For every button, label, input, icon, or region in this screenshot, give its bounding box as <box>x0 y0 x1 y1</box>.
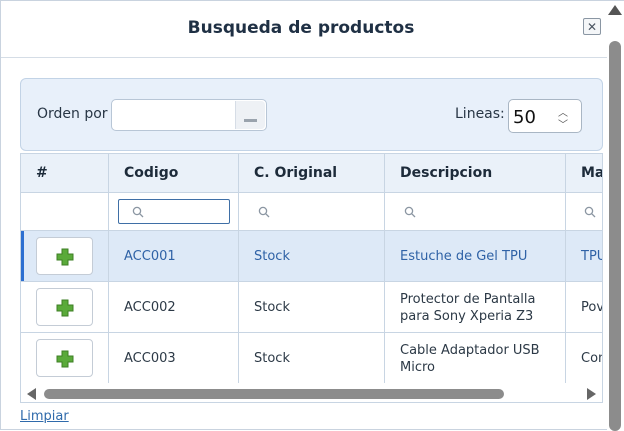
order-by-label: Orden por <box>37 106 108 122</box>
lines-value[interactable]: 50 <box>513 107 536 128</box>
close-button[interactable]: ✕ <box>583 18 601 35</box>
scroll-right-icon[interactable] <box>587 388 596 400</box>
column-divider <box>109 154 239 383</box>
vertical-scroll-thumb[interactable] <box>609 41 621 431</box>
clear-link[interactable]: Limpiar <box>20 409 69 424</box>
search-toolbar: Orden por Lineas: 50 ︿ ﹀ <box>20 78 603 151</box>
scroll-up-icon[interactable] <box>608 5 622 15</box>
chevron-down-icon[interactable]: ﹀ <box>558 116 568 131</box>
scroll-left-icon[interactable] <box>27 388 36 400</box>
marca-cell: Pov <box>581 300 603 315</box>
vertical-scrollbar[interactable] <box>607 1 624 431</box>
dropdown-button[interactable] <box>235 101 265 129</box>
marca-cell: TPU <box>581 249 602 264</box>
products-table: # Codigo C. Original Descripcion Ma ACC0… <box>20 153 603 403</box>
column-divider <box>21 154 109 383</box>
dialog-title: Busqueda de productos <box>187 18 415 38</box>
dialog-header: Busqueda de productos ✕ <box>1 1 607 58</box>
lines-stepper[interactable]: 50 ︿ ﹀ <box>508 99 582 133</box>
dropdown-icon <box>244 119 257 122</box>
column-divider <box>385 154 566 383</box>
order-by-select[interactable] <box>111 99 267 131</box>
horizontal-scrollbar[interactable] <box>21 383 602 402</box>
lines-label: Lineas: <box>455 106 505 122</box>
marca-cell: Con <box>581 351 602 366</box>
horizontal-scroll-thumb[interactable] <box>44 389 504 399</box>
product-search-dialog: Busqueda de productos ✕ Orden por Lineas… <box>0 0 624 431</box>
close-icon: ✕ <box>586 19 598 34</box>
search-icon <box>584 206 596 218</box>
column-header-marca[interactable]: Ma <box>581 165 602 181</box>
column-divider <box>239 154 385 383</box>
